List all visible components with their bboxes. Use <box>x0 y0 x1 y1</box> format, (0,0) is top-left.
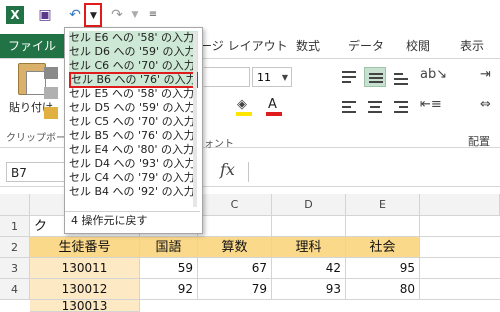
select-all-corner[interactable] <box>0 194 30 216</box>
cell-d1[interactable] <box>198 216 272 237</box>
font-color-icon[interactable]: A <box>264 97 284 117</box>
cut-icon[interactable] <box>44 67 58 79</box>
formula-input[interactable] <box>248 162 499 182</box>
column-header-d[interactable]: D <box>272 194 346 216</box>
header-cell-japanese[interactable]: 国語 <box>140 237 198 258</box>
cell-score[interactable]: 93 <box>272 279 346 300</box>
undo-item[interactable]: セル D4 への '93' の入力 <box>69 157 198 171</box>
row-header-1[interactable]: 1 <box>0 216 30 237</box>
cell-student-id[interactable]: 130012 <box>30 279 140 300</box>
tab-page-layout[interactable]: ージ レイアウト <box>200 34 288 58</box>
undo-item[interactable]: セル C5 への '70' の入力 <box>69 115 198 129</box>
font-size-dropdown[interactable]: 11 ▼ <box>252 67 292 87</box>
cell-score[interactable]: 80 <box>346 279 420 300</box>
undo-history-dropdown: セル E6 への '58' の入力 セル D6 への '59' の入力 セル C… <box>64 27 203 234</box>
undo-dropdown-button[interactable]: ▼ <box>84 3 102 27</box>
cell-score[interactable]: 67 <box>198 258 272 279</box>
redo-icon[interactable]: ↷ <box>108 6 126 24</box>
cell-score[interactable]: 42 <box>272 258 346 279</box>
cell-score[interactable]: 95 <box>346 258 420 279</box>
align-left-icon[interactable] <box>338 97 360 117</box>
cell-g4[interactable] <box>420 279 500 300</box>
customize-icon[interactable]: ≡ <box>144 6 162 24</box>
undo-item[interactable]: セル E4 への '80' の入力 <box>69 143 198 157</box>
clipboard-group-label: クリップボー <box>6 133 66 144</box>
undo-item[interactable]: セル E5 への '58' の入力 <box>69 87 198 101</box>
align-right-icon[interactable] <box>390 97 412 117</box>
paste-sheet-icon <box>26 71 46 95</box>
alignment-group-label: 配置 <box>468 135 490 148</box>
fill-color-icon[interactable]: ◈ <box>234 97 254 117</box>
cell-student-id[interactable]: 130013 <box>30 300 140 312</box>
undo-item[interactable]: セル E6 への '58' の入力 <box>69 31 198 45</box>
copy-icon[interactable] <box>44 87 58 99</box>
undo-item[interactable]: セル D6 への '59' の入力 <box>69 45 198 59</box>
tab-view[interactable]: 表示 <box>460 34 484 58</box>
row-header-4[interactable]: 4 <box>0 279 30 300</box>
cell-g1[interactable] <box>420 216 500 237</box>
dropdown-scrollbar[interactable] <box>193 32 197 207</box>
merge-icon[interactable]: ⇔ <box>480 97 491 112</box>
undo-item[interactable]: セル C4 への '79' の入力 <box>69 171 198 185</box>
column-header-f[interactable] <box>420 194 500 216</box>
header-cell-student-id[interactable]: 生徒番号 <box>30 237 140 258</box>
redo-dropdown-icon[interactable]: ▼ <box>126 6 144 24</box>
header-cell-science[interactable]: 理科 <box>272 237 346 258</box>
cell-g2[interactable] <box>420 237 500 258</box>
save-icon[interactable]: ▣ <box>36 6 54 24</box>
undo-item[interactable]: セル D5 への '59' の入力 <box>69 101 198 115</box>
align-middle-icon[interactable] <box>364 67 386 87</box>
cell-e1[interactable] <box>272 216 346 237</box>
cell-score[interactable]: 59 <box>140 258 198 279</box>
tab-file[interactable]: ファイル <box>0 34 64 58</box>
column-header-e[interactable]: E <box>346 194 420 216</box>
undo-icon[interactable]: ↶ <box>66 6 84 24</box>
cell-student-id[interactable]: 130011 <box>30 258 140 279</box>
indent-icon[interactable]: ⇤≡ <box>420 97 442 112</box>
tab-data[interactable]: データ <box>348 34 384 58</box>
fx-icon[interactable]: fx <box>220 160 235 179</box>
font-group-label: ォント <box>204 139 234 150</box>
header-cell-social[interactable]: 社会 <box>346 237 420 258</box>
orientation-icon[interactable]: ab↘ <box>420 67 447 82</box>
undo-item[interactable]: セル B4 への '92' の入力 <box>69 185 198 199</box>
cell-f1[interactable] <box>346 216 420 237</box>
tab-formulas[interactable]: 数式 <box>296 34 320 58</box>
undo-item[interactable]: セル B5 への '76' の入力 <box>69 129 198 143</box>
undo-item-selected[interactable]: セル B6 への '76' の入力 <box>69 72 198 88</box>
align-bottom-icon[interactable] <box>390 67 412 87</box>
wrap-text-icon[interactable]: ⇥ <box>480 67 491 82</box>
font-size-value: 11 <box>257 71 271 84</box>
cell-g3[interactable] <box>420 258 500 279</box>
header-cell-math[interactable]: 算数 <box>198 237 272 258</box>
cell-score[interactable]: 92 <box>140 279 198 300</box>
column-header-c-label[interactable]: C <box>198 194 272 216</box>
undo-count-label: 4 操作元に戻す <box>65 211 200 229</box>
format-painter-icon[interactable] <box>44 107 58 119</box>
tab-review[interactable]: 校閲 <box>406 34 430 58</box>
row-header-3[interactable]: 3 <box>0 258 30 279</box>
align-center-icon[interactable] <box>364 97 386 117</box>
cell-score[interactable]: 79 <box>198 279 272 300</box>
row-header-2[interactable]: 2 <box>0 237 30 258</box>
align-top-icon[interactable] <box>338 67 360 87</box>
font-name-dropdown[interactable] <box>204 67 250 87</box>
excel-icon: X <box>6 6 24 24</box>
chevron-down-icon: ▼ <box>281 73 288 82</box>
chevron-down-icon: ▼ <box>90 11 97 21</box>
undo-item[interactable]: セル C6 への '70' の入力 <box>69 59 198 73</box>
